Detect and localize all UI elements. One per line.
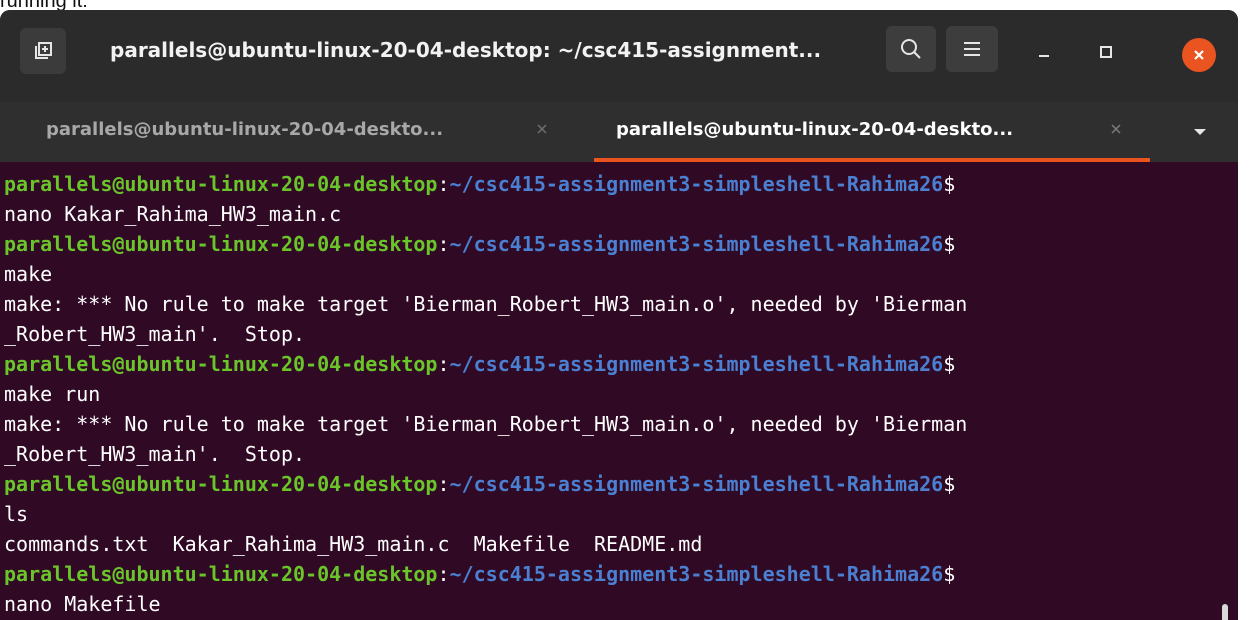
search-icon	[901, 39, 921, 59]
prompt-path: ~/csc415-assignment3-simpleshell-Rahima2…	[449, 352, 944, 376]
prompt-user-host: parallels@ubuntu-linux-20-04-desktop	[4, 472, 438, 496]
prompt-separator: :	[437, 472, 450, 496]
tab-close-button[interactable]	[1104, 117, 1128, 141]
tab-close-icon	[537, 124, 547, 134]
output-line: make run	[4, 382, 101, 406]
prompt-dollar: $	[943, 352, 956, 376]
tab-label: parallels@ubuntu-linux-20-04-deskto...	[46, 119, 444, 140]
prompt-line: parallels@ubuntu-linux-20-04-desktop:~/c…	[4, 349, 1238, 379]
tab-label: parallels@ubuntu-linux-20-04-deskto...	[616, 119, 1014, 140]
prompt-line: parallels@ubuntu-linux-20-04-desktop:~/c…	[4, 169, 1238, 199]
prompt-dollar: $	[943, 232, 956, 256]
prompt-path: ~/csc415-assignment3-simpleshell-Rahima2…	[449, 472, 944, 496]
terminal-output[interactable]: parallels@ubuntu-linux-20-04-desktop:~/c…	[0, 162, 1238, 620]
new-tab-button[interactable]	[20, 28, 66, 74]
terminal-window: parallels@ubuntu-linux-20-04-desktop: ~/…	[0, 10, 1238, 620]
prompt-line: parallels@ubuntu-linux-20-04-desktop:~/c…	[4, 469, 1238, 499]
close-icon	[1194, 50, 1204, 60]
hamburger-menu-icon	[964, 42, 980, 56]
tab-close-icon	[1111, 124, 1121, 134]
search-button[interactable]	[886, 26, 936, 72]
prompt-path: ~/csc415-assignment3-simpleshell-Rahima2…	[449, 562, 944, 586]
tab-terminal-2[interactable]: parallels@ubuntu-linux-20-04-deskto...	[594, 102, 1154, 162]
prompt-separator: :	[437, 352, 450, 376]
chevron-down-icon	[1194, 129, 1206, 135]
prompt-user-host: parallels@ubuntu-linux-20-04-desktop	[4, 172, 438, 196]
close-button[interactable]	[1182, 38, 1216, 72]
tab-close-button[interactable]	[530, 117, 554, 141]
prompt-dollar: $	[943, 472, 956, 496]
prompt-user-host: parallels@ubuntu-linux-20-04-desktop	[4, 562, 438, 586]
window-title: parallels@ubuntu-linux-20-04-desktop: ~/…	[110, 38, 822, 62]
title-bar: parallels@ubuntu-linux-20-04-desktop: ~/…	[0, 10, 1238, 102]
tab-bar: parallels@ubuntu-linux-20-04-deskto... p…	[0, 102, 1238, 162]
tab-list-dropdown[interactable]	[1188, 120, 1212, 144]
prompt-separator: :	[437, 562, 450, 586]
output-line: nano Kakar_Rahima_HW3_main.c	[4, 202, 342, 226]
scrollbar-thumb[interactable]	[1222, 604, 1228, 620]
tab-terminal-1[interactable]: parallels@ubuntu-linux-20-04-deskto...	[0, 102, 590, 162]
new-tab-icon	[35, 42, 52, 59]
output-line: make	[4, 262, 53, 286]
prompt-line: parallels@ubuntu-linux-20-04-desktop:~/c…	[4, 559, 1238, 589]
prompt-user-host: parallels@ubuntu-linux-20-04-desktop	[4, 232, 438, 256]
maximize-icon	[1100, 46, 1112, 58]
output-line: make: *** No rule to make target 'Bierma…	[4, 292, 968, 316]
menu-button[interactable]	[946, 26, 998, 72]
output-line: _Robert_HW3_main'. Stop.	[4, 322, 306, 346]
prompt-path: ~/csc415-assignment3-simpleshell-Rahima2…	[449, 172, 944, 196]
maximize-button[interactable]	[1086, 32, 1126, 72]
output-line: _Robert_HW3_main'. Stop.	[4, 442, 306, 466]
output-line: commands.txt Kakar_Rahima_HW3_main.c Mak…	[4, 532, 703, 556]
minimize-icon	[1039, 55, 1049, 57]
prompt-separator: :	[437, 172, 450, 196]
prompt-line: parallels@ubuntu-linux-20-04-desktop:~/c…	[4, 229, 1238, 259]
prompt-dollar: $	[943, 562, 956, 586]
output-line: nano Makefile	[4, 592, 161, 616]
minimize-button[interactable]	[1024, 32, 1064, 72]
prompt-user-host: parallels@ubuntu-linux-20-04-desktop	[4, 352, 438, 376]
prompt-dollar: $	[943, 172, 956, 196]
prompt-separator: :	[437, 232, 450, 256]
prompt-path: ~/csc415-assignment3-simpleshell-Rahima2…	[449, 232, 944, 256]
output-line: ls	[4, 502, 29, 526]
output-line: make: *** No rule to make target 'Bierma…	[4, 412, 968, 436]
